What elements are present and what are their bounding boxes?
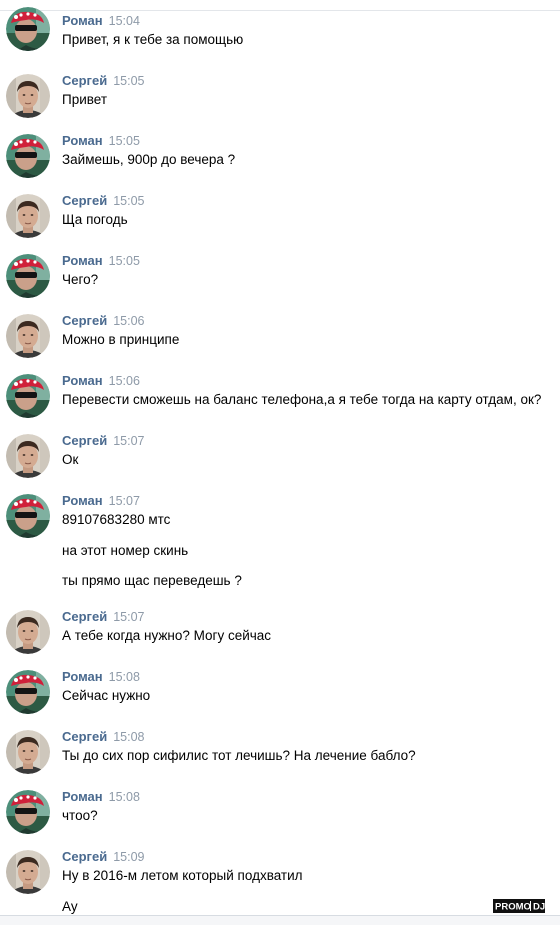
avatar-sergey[interactable] [6, 730, 50, 774]
message-meta: Роман 15:08 [62, 669, 140, 685]
message-time[interactable]: 15:07 [113, 434, 144, 448]
message-time[interactable]: 15:06 [109, 374, 140, 388]
message-time[interactable]: 15:09 [113, 850, 144, 864]
author-name[interactable]: Роман [62, 133, 103, 148]
message-meta: Роман 15:06 [62, 373, 140, 389]
message-time[interactable]: 15:05 [109, 134, 140, 148]
message-text: Можно в принципе [62, 332, 180, 347]
author-name[interactable]: Сергей [62, 313, 107, 328]
avatar-roman[interactable] [6, 374, 50, 418]
message-time[interactable]: 15:06 [113, 314, 144, 328]
avatar-roman[interactable] [6, 670, 50, 714]
message-text: Привет [62, 92, 108, 107]
author-name[interactable]: Сергей [62, 729, 107, 744]
author-name[interactable]: Роман [62, 253, 103, 268]
message-meta: Роман 15:08 [62, 789, 140, 805]
promodj-watermark-logo: PROMO DJ [493, 899, 545, 913]
avatar-sergey[interactable] [6, 850, 50, 894]
author-name[interactable]: Сергей [62, 193, 107, 208]
message-time[interactable]: 15:05 [113, 194, 144, 208]
message-text: 89107683280 мтс [62, 512, 171, 527]
author-name[interactable]: Роман [62, 669, 103, 684]
avatar-sergey[interactable] [6, 74, 50, 118]
avatar-sergey[interactable] [6, 434, 50, 478]
message-meta: Сергей 15:05 [62, 73, 144, 89]
avatar-roman[interactable] [6, 7, 50, 51]
message-meta: Сергей 15:08 [62, 729, 144, 745]
message-text: Чего? [62, 272, 99, 287]
author-name[interactable]: Роман [62, 493, 103, 508]
message-meta: Сергей 15:06 [62, 313, 144, 329]
message-text: Займешь, 900р до вечера ? [62, 152, 236, 167]
message-time[interactable]: 15:08 [109, 790, 140, 804]
avatar-sergey[interactable] [6, 314, 50, 358]
author-name[interactable]: Сергей [62, 433, 107, 448]
avatar-roman[interactable] [6, 254, 50, 298]
message-meta: Сергей 15:05 [62, 193, 144, 209]
author-name[interactable]: Сергей [62, 609, 107, 624]
message-meta: Роман 15:07 [62, 493, 140, 509]
message-time[interactable]: 15:04 [109, 14, 140, 28]
message-text: Ща погодь [62, 212, 128, 227]
message-time[interactable]: 15:05 [109, 254, 140, 268]
top-divider [0, 10, 560, 11]
message-text: ты прямо щас переведешь ? [62, 573, 242, 588]
avatar-sergey[interactable] [6, 610, 50, 654]
author-name[interactable]: Сергей [62, 849, 107, 864]
message-time[interactable]: 15:05 [113, 74, 144, 88]
avatar-roman[interactable] [6, 134, 50, 178]
message-text: Ау [62, 899, 78, 914]
bottom-strip [0, 916, 560, 925]
author-name[interactable]: Роман [62, 373, 103, 388]
message-time[interactable]: 15:08 [109, 670, 140, 684]
message-text: Перевести сможешь на баланс телефона,а я… [62, 392, 542, 407]
message-meta: Роман 15:05 [62, 253, 140, 269]
author-name[interactable]: Роман [62, 789, 103, 804]
message-meta: Сергей 15:09 [62, 849, 144, 865]
svg-text:DJ: DJ [533, 902, 545, 913]
avatar-roman[interactable] [6, 494, 50, 538]
message-meta: Роман 15:05 [62, 133, 140, 149]
avatar-sergey[interactable] [6, 194, 50, 238]
avatar-roman[interactable] [6, 790, 50, 834]
message-text: А тебе когда нужно? Могу сейчас [62, 628, 272, 643]
message-text: чтоо? [62, 808, 98, 823]
message-time[interactable]: 15:07 [113, 610, 144, 624]
message-time[interactable]: 15:07 [109, 494, 140, 508]
author-name[interactable]: Роман [62, 13, 103, 28]
message-meta: Сергей 15:07 [62, 433, 144, 449]
author-name[interactable]: Сергей [62, 73, 107, 88]
message-text: Сейчас нужно [62, 688, 151, 703]
message-text: Привет, я к тебе за помощью [62, 32, 244, 47]
message-text: Ну в 2016-м летом который подхватил [62, 868, 303, 883]
message-text: Ты до сих пор сифилис тот лечишь? На леч… [62, 748, 416, 763]
message-time[interactable]: 15:08 [113, 730, 144, 744]
svg-text:PROMO: PROMO [495, 902, 531, 913]
message-meta: Сергей 15:07 [62, 609, 144, 625]
message-text: на этот номер скинь [62, 543, 189, 558]
message-meta: Роман 15:04 [62, 13, 140, 29]
message-text: Ок [62, 452, 79, 467]
